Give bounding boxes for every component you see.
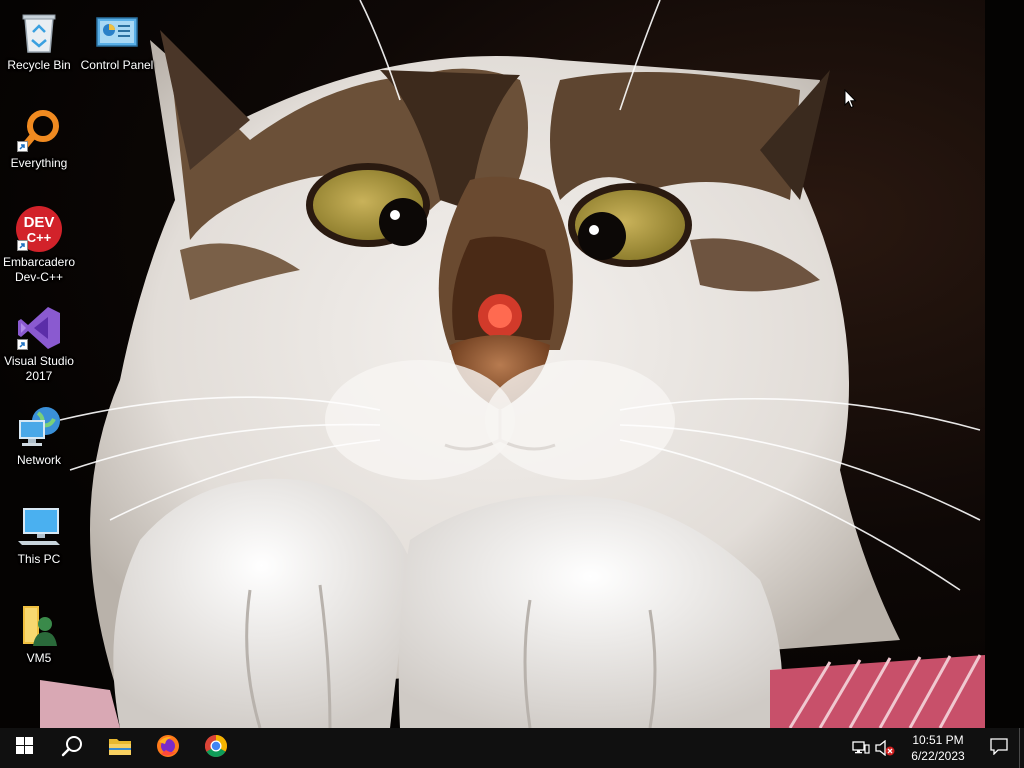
dev-cpp-icon: DEV C++	[15, 205, 63, 253]
folder-icon	[108, 736, 132, 761]
shortcut-arrow-icon	[17, 141, 28, 152]
wallpaper	[0, 0, 1024, 728]
clock-time: 10:51 PM	[912, 733, 964, 747]
svg-text:C++: C++	[27, 230, 52, 245]
chrome-icon	[204, 734, 228, 763]
desktop-icon-label: Control Panel	[80, 58, 154, 72]
mouse-cursor-icon	[844, 88, 857, 114]
desktop-icon-control-panel[interactable]: Control Panel	[79, 8, 155, 73]
chrome-button[interactable]	[192, 728, 240, 768]
clock-date: 6/22/2023	[911, 749, 965, 763]
clock[interactable]: 10:51 PM 6/22/2023	[903, 732, 973, 764]
network-tray-icon[interactable]	[849, 728, 873, 768]
volume-muted-icon[interactable]	[873, 728, 897, 768]
action-center-button[interactable]	[979, 728, 1019, 768]
desktop-icon-label: Visual Studio 2017	[4, 354, 74, 383]
desktop-icon-vm5[interactable]: VM5	[1, 601, 77, 666]
file-explorer-button[interactable]	[96, 728, 144, 768]
firefox-button[interactable]	[144, 728, 192, 768]
desktop-icon-everything[interactable]: Everything	[1, 106, 77, 171]
desktop-icon-this-pc[interactable]: This PC	[1, 502, 77, 567]
shortcut-arrow-icon	[17, 339, 28, 350]
network-icon	[15, 403, 63, 451]
search-button[interactable]	[48, 728, 96, 768]
desktop-icon-label: Network	[16, 453, 61, 467]
visual-studio-icon	[15, 304, 63, 352]
recycle-bin-icon	[15, 8, 63, 56]
desktop-icon-label: VM5	[26, 651, 52, 665]
desktop-icon-network[interactable]: Network	[1, 403, 77, 468]
show-desktop-button[interactable]	[1019, 728, 1024, 768]
control-panel-icon	[93, 8, 141, 56]
this-pc-icon	[15, 502, 63, 550]
wallpaper-cat-image	[40, 0, 1024, 728]
windows-logo-icon	[15, 737, 33, 759]
taskbar: 10:51 PM 6/22/2023	[0, 728, 1024, 768]
firefox-icon	[156, 734, 180, 763]
search-icon	[61, 735, 83, 762]
desktop-icon-label: Recycle Bin	[7, 58, 71, 72]
svg-text:DEV: DEV	[24, 214, 55, 231]
desktop-icon-label: Embarcadero Dev-C++	[2, 255, 76, 284]
desktop-icon-recycle-bin[interactable]: Recycle Bin	[1, 8, 77, 73]
everything-search-icon	[15, 106, 63, 154]
user-folder-icon	[15, 601, 63, 649]
desktop-icon-label: Everything	[10, 156, 68, 170]
start-button[interactable]	[0, 728, 48, 768]
action-center-icon	[990, 737, 1008, 760]
desktop-icon-label: This PC	[17, 552, 61, 566]
system-tray: 10:51 PM 6/22/2023	[849, 728, 1024, 768]
desktop-icon-dev-cpp[interactable]: DEV C++ Embarcadero Dev-C++	[1, 205, 77, 285]
desktop-icon-visual-studio[interactable]: Visual Studio 2017	[1, 304, 77, 384]
shortcut-arrow-icon	[17, 240, 28, 251]
